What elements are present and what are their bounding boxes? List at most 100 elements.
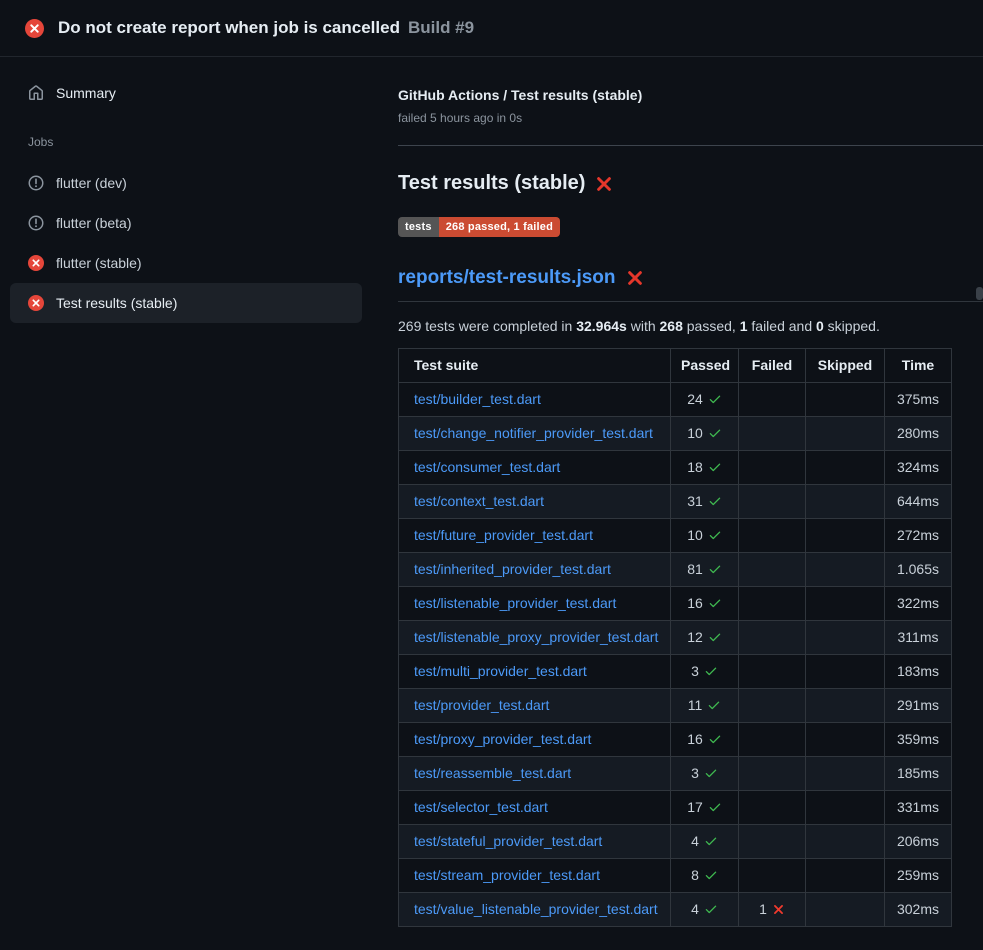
badge-value: 268 passed, 1 failed bbox=[439, 217, 560, 237]
report-heading: reports/test-results.json bbox=[398, 267, 983, 302]
failed-count: 1 bbox=[759, 901, 767, 917]
summary-text: skipped. bbox=[824, 318, 880, 334]
time-cell: 280ms bbox=[885, 417, 952, 451]
check-icon bbox=[708, 630, 722, 644]
passed-count: 3 bbox=[691, 765, 699, 781]
summary-text: passed, bbox=[683, 318, 740, 334]
test-suite-link[interactable]: test/multi_provider_test.dart bbox=[414, 663, 587, 679]
skipped-cell bbox=[806, 825, 885, 859]
skipped-cell bbox=[806, 723, 885, 757]
test-suite-link[interactable]: test/inherited_provider_test.dart bbox=[414, 561, 611, 577]
passed-cell: 16 bbox=[671, 723, 739, 757]
failed-cell bbox=[739, 791, 806, 825]
passed-cell: 8 bbox=[671, 859, 739, 893]
sidebar-job-flutter-beta[interactable]: flutter (beta) bbox=[10, 203, 362, 243]
suite-cell: test/inherited_provider_test.dart bbox=[399, 553, 671, 587]
passed-cell: 31 bbox=[671, 485, 739, 519]
suite-cell: test/context_test.dart bbox=[399, 485, 671, 519]
time-cell: 311ms bbox=[885, 621, 952, 655]
test-suite-link[interactable]: test/builder_test.dart bbox=[414, 391, 541, 407]
table-row: test/change_notifier_provider_test.dart … bbox=[399, 417, 952, 451]
table-row: test/listenable_provider_test.dart 16 32… bbox=[399, 587, 952, 621]
failed-cell bbox=[739, 757, 806, 791]
test-suite-link[interactable]: test/provider_test.dart bbox=[414, 697, 549, 713]
divider bbox=[398, 145, 983, 146]
jobs-heading: Jobs bbox=[28, 135, 362, 149]
check-icon bbox=[704, 868, 718, 882]
failed-cell bbox=[739, 723, 806, 757]
passed-cell: 11 bbox=[671, 689, 739, 723]
time-value: 359ms bbox=[897, 731, 939, 747]
run-status-line: failed 5 hours ago in 0s bbox=[398, 111, 951, 125]
run-header: Do not create report when job is cancell… bbox=[0, 0, 983, 57]
time-value: 375ms bbox=[897, 391, 939, 407]
time-value: 324ms bbox=[897, 459, 939, 475]
test-suite-link[interactable]: test/reassemble_test.dart bbox=[414, 765, 571, 781]
x-icon bbox=[772, 903, 785, 916]
suite-cell: test/multi_provider_test.dart bbox=[399, 655, 671, 689]
time-cell: 375ms bbox=[885, 383, 952, 417]
test-suite-link[interactable]: test/selector_test.dart bbox=[414, 799, 548, 815]
passed-count: 81 bbox=[687, 561, 703, 577]
passed-count: 10 bbox=[687, 527, 703, 543]
failed-cell bbox=[739, 553, 806, 587]
test-suite-link[interactable]: test/proxy_provider_test.dart bbox=[414, 731, 591, 747]
tests-badge: tests268 passed, 1 failed bbox=[398, 217, 560, 237]
test-suite-link[interactable]: test/future_provider_test.dart bbox=[414, 527, 593, 543]
passed-count: 12 bbox=[687, 629, 703, 645]
skipped-cell bbox=[806, 655, 885, 689]
check-icon bbox=[708, 460, 722, 474]
report-link[interactable]: reports/test-results.json bbox=[398, 267, 616, 289]
passed-cell: 18 bbox=[671, 451, 739, 485]
test-suite-link[interactable]: test/context_test.dart bbox=[414, 493, 544, 509]
run-title: Do not create report when job is cancell… bbox=[58, 18, 400, 38]
passed-cell: 24 bbox=[671, 383, 739, 417]
time-value: 259ms bbox=[897, 867, 939, 883]
skipped-cell bbox=[806, 893, 885, 927]
skipped-cell bbox=[806, 519, 885, 553]
test-suite-link[interactable]: test/consumer_test.dart bbox=[414, 459, 560, 475]
time-cell: 206ms bbox=[885, 825, 952, 859]
sidebar-job-label: flutter (stable) bbox=[56, 255, 142, 271]
check-icon bbox=[704, 902, 718, 916]
table-header-row: Test suite Passed Failed Skipped Time bbox=[399, 349, 952, 383]
table-row: test/provider_test.dart 11 291ms bbox=[399, 689, 952, 723]
table-row: test/stateful_provider_test.dart 4 206ms bbox=[399, 825, 952, 859]
suite-cell: test/stream_provider_test.dart bbox=[399, 859, 671, 893]
test-suite-link[interactable]: test/stream_provider_test.dart bbox=[414, 867, 600, 883]
passed-cell: 3 bbox=[671, 655, 739, 689]
passed-cell: 10 bbox=[671, 417, 739, 451]
passed-cell: 81 bbox=[671, 553, 739, 587]
time-cell: 322ms bbox=[885, 587, 952, 621]
failed-cell bbox=[739, 689, 806, 723]
sidebar-job-flutter-dev[interactable]: flutter (dev) bbox=[10, 163, 362, 203]
check-icon bbox=[704, 766, 718, 780]
suite-cell: test/consumer_test.dart bbox=[399, 451, 671, 485]
test-suite-link[interactable]: test/listenable_provider_test.dart bbox=[414, 595, 616, 611]
scrollbar-thumb[interactable] bbox=[976, 287, 983, 300]
check-icon bbox=[708, 426, 722, 440]
passed-count: 10 bbox=[687, 425, 703, 441]
test-suite-link[interactable]: test/change_notifier_provider_test.dart bbox=[414, 425, 653, 441]
x-circle-icon bbox=[28, 295, 44, 311]
table-row: test/consumer_test.dart 18 324ms bbox=[399, 451, 952, 485]
skipped-cell bbox=[806, 587, 885, 621]
failed-cell bbox=[739, 825, 806, 859]
alert-circle-icon bbox=[28, 215, 44, 231]
sidebar-job-flutter-stable[interactable]: flutter (stable) bbox=[10, 243, 362, 283]
test-suite-link[interactable]: test/stateful_provider_test.dart bbox=[414, 833, 602, 849]
test-suite-link[interactable]: test/value_listenable_provider_test.dart bbox=[414, 901, 658, 917]
test-suite-link[interactable]: test/listenable_proxy_provider_test.dart bbox=[414, 629, 658, 645]
sidebar-item-summary[interactable]: Summary bbox=[10, 73, 362, 113]
summary-text: 269 tests were completed in bbox=[398, 318, 576, 334]
time-cell: 302ms bbox=[885, 893, 952, 927]
time-value: 1.065s bbox=[897, 561, 939, 577]
sidebar-job-test-results-stable[interactable]: Test results (stable) bbox=[10, 283, 362, 323]
failed-cell bbox=[739, 485, 806, 519]
passed-cell: 10 bbox=[671, 519, 739, 553]
suite-cell: test/provider_test.dart bbox=[399, 689, 671, 723]
red-cross-icon bbox=[595, 175, 613, 193]
suite-cell: test/reassemble_test.dart bbox=[399, 757, 671, 791]
table-row: test/multi_provider_test.dart 3 183ms bbox=[399, 655, 952, 689]
check-icon bbox=[708, 392, 722, 406]
